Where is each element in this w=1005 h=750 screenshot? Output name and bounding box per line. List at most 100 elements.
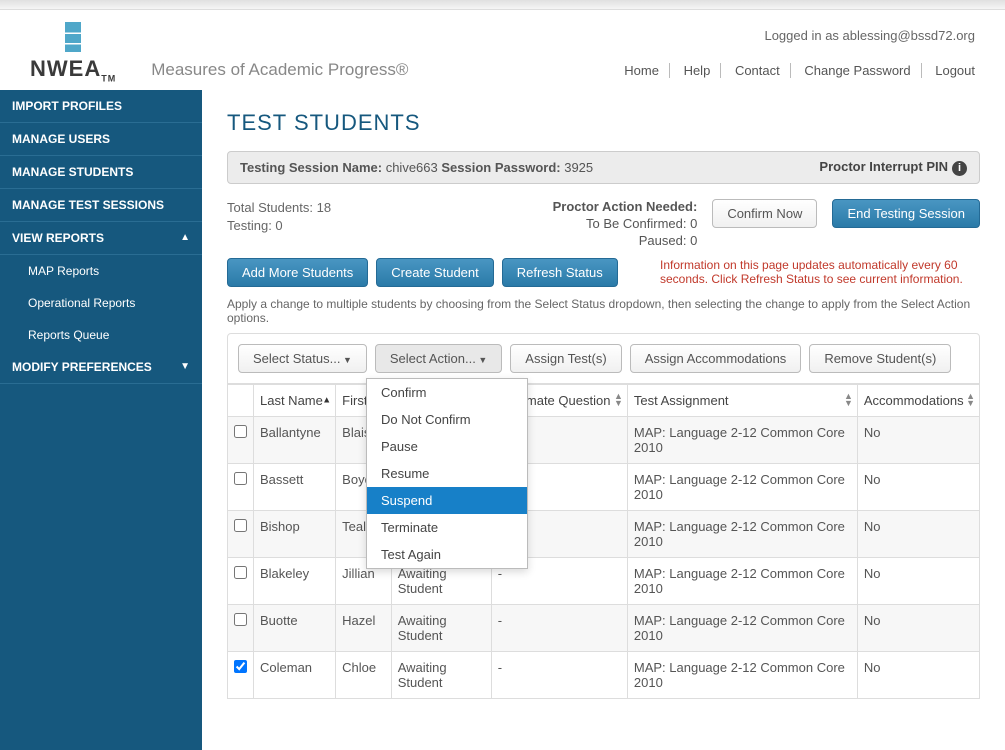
sort-asc-icon: ▲ — [322, 397, 331, 404]
totals: Total Students: 18 Testing: 0 — [227, 199, 331, 235]
cell-accommodations: No — [857, 604, 979, 651]
main-content: TEST STUDENTS Testing Session Name: chiv… — [202, 90, 1005, 750]
username: ablessing@bssd72.org — [843, 28, 975, 43]
row-checkbox[interactable] — [234, 566, 247, 579]
table-row: BlakeleyJillianAwaiting Student-MAP: Lan… — [228, 557, 980, 604]
cell-last-name: Blakeley — [254, 557, 336, 604]
sidebar-manage-students[interactable]: MANAGE STUDENTS — [0, 156, 202, 189]
sidebar-modify-preferences[interactable]: MODIFY PREFERENCES▼ — [0, 351, 202, 384]
sidebar-manage-users[interactable]: MANAGE USERS — [0, 123, 202, 156]
cell-first-name: Hazel — [336, 604, 392, 651]
cell-last-name: Bishop — [254, 510, 336, 557]
remove-students-button[interactable]: Remove Student(s) — [809, 344, 951, 373]
link-home[interactable]: Home — [614, 63, 670, 78]
sidebar-manage-test-sessions[interactable]: MANAGE TEST SESSIONS — [0, 189, 202, 222]
sidebar-import-profiles[interactable]: IMPORT PROFILES — [0, 90, 202, 123]
session-password: 3925 — [564, 160, 593, 175]
cell-approx-question: - — [491, 651, 627, 698]
link-logout[interactable]: Logout — [925, 63, 975, 78]
table-row: BallantyneBlaiseMAP: Language 2-12 Commo… — [228, 416, 980, 463]
page-title: TEST STUDENTS — [227, 110, 980, 136]
cell-test-assignment: MAP: Language 2-12 Common Core 2010 — [627, 604, 857, 651]
select-action-menu: Confirm Do Not Confirm Pause Resume Susp… — [366, 378, 528, 569]
link-contact[interactable]: Contact — [725, 63, 791, 78]
assign-accommodations-button[interactable]: Assign Accommodations — [630, 344, 802, 373]
row-checkbox[interactable] — [234, 425, 247, 438]
cell-last-name: Ballantyne — [254, 416, 336, 463]
session-info-bar: Testing Session Name: chive663 Session P… — [227, 151, 980, 184]
table-row: ColemanChloeAwaiting Student-MAP: Langua… — [228, 651, 980, 698]
sub-brand: Measures of Academic Progress® — [151, 60, 408, 85]
students-table: Last Name▲ First N proximate Question▲▼ … — [227, 384, 980, 699]
logo-text: NWEATM — [30, 56, 116, 83]
sort-icon: ▲▼ — [966, 393, 975, 407]
proctor-action-needed: Proctor Action Needed: To Be Confirmed: … — [553, 199, 698, 250]
end-testing-session-button[interactable]: End Testing Session — [832, 199, 980, 228]
row-checkbox[interactable] — [234, 519, 247, 532]
sort-icon: ▲▼ — [844, 393, 853, 407]
col-checkbox — [228, 384, 254, 416]
info-icon[interactable]: i — [952, 161, 967, 176]
bulk-action-toolbar: Select Status... Select Action... Assign… — [227, 333, 980, 384]
auto-refresh-note: Information on this page updates automat… — [660, 258, 980, 286]
cell-accommodations: No — [857, 463, 979, 510]
col-test-assignment[interactable]: Test Assignment▲▼ — [627, 384, 857, 416]
cell-last-name: Coleman — [254, 651, 336, 698]
window-top-bar — [0, 0, 1005, 10]
menu-confirm[interactable]: Confirm — [367, 379, 527, 406]
row-checkbox[interactable] — [234, 472, 247, 485]
row-checkbox[interactable] — [234, 613, 247, 626]
add-more-students-button[interactable]: Add More Students — [227, 258, 368, 287]
assign-tests-button[interactable]: Assign Test(s) — [510, 344, 621, 373]
cell-test-assignment: MAP: Language 2-12 Common Core 2010 — [627, 557, 857, 604]
sidebar: IMPORT PROFILES MANAGE USERS MANAGE STUD… — [0, 90, 202, 750]
table-row: BuotteHazelAwaiting Student-MAP: Languag… — [228, 604, 980, 651]
cell-accommodations: No — [857, 416, 979, 463]
sidebar-operational-reports[interactable]: Operational Reports — [0, 287, 202, 319]
menu-pause[interactable]: Pause — [367, 433, 527, 460]
menu-suspend[interactable]: Suspend — [367, 487, 527, 514]
apply-change-note: Apply a change to multiple students by c… — [227, 297, 980, 325]
proctor-pin-label[interactable]: Proctor Interrupt PINi — [819, 159, 967, 176]
cell-test-assignment: MAP: Language 2-12 Common Core 2010 — [627, 416, 857, 463]
logo[interactable]: NWEATM — [30, 22, 116, 83]
cell-status: Awaiting Student — [391, 651, 491, 698]
session-name: chive663 — [386, 160, 438, 175]
sidebar-view-reports[interactable]: VIEW REPORTS▲ — [0, 222, 202, 255]
sidebar-reports-queue[interactable]: Reports Queue — [0, 319, 202, 351]
col-accommodations[interactable]: Accommodations▲▼ — [857, 384, 979, 416]
select-status-dropdown[interactable]: Select Status... — [238, 344, 367, 373]
cell-test-assignment: MAP: Language 2-12 Common Core 2010 — [627, 510, 857, 557]
create-student-button[interactable]: Create Student — [376, 258, 493, 287]
logo-mark-icon — [65, 22, 81, 52]
header: NWEATM Measures of Academic Progress® Lo… — [0, 10, 1005, 90]
cell-approx-question: - — [491, 604, 627, 651]
menu-test-again[interactable]: Test Again — [367, 541, 527, 568]
table-row: BassettBoyceMAP: Language 2-12 Common Co… — [228, 463, 980, 510]
cell-accommodations: No — [857, 510, 979, 557]
col-last-name[interactable]: Last Name▲ — [254, 384, 336, 416]
logged-in-text: Logged in as ablessing@bssd72.org — [614, 28, 975, 43]
cell-last-name: Bassett — [254, 463, 336, 510]
menu-do-not-confirm[interactable]: Do Not Confirm — [367, 406, 527, 433]
sidebar-map-reports[interactable]: MAP Reports — [0, 255, 202, 287]
cell-accommodations: No — [857, 651, 979, 698]
menu-terminate[interactable]: Terminate — [367, 514, 527, 541]
cell-test-assignment: MAP: Language 2-12 Common Core 2010 — [627, 463, 857, 510]
menu-resume[interactable]: Resume — [367, 460, 527, 487]
link-help[interactable]: Help — [674, 63, 722, 78]
top-links: Home Help Contact Change Password Logout — [614, 63, 975, 78]
link-change-password[interactable]: Change Password — [794, 63, 921, 78]
cell-first-name: Chloe — [336, 651, 392, 698]
confirm-now-button[interactable]: Confirm Now — [712, 199, 817, 228]
chevron-up-icon: ▲ — [180, 232, 190, 243]
refresh-status-button[interactable]: Refresh Status — [502, 258, 618, 287]
row-checkbox[interactable] — [234, 660, 247, 673]
sort-icon: ▲▼ — [614, 393, 623, 407]
select-action-dropdown[interactable]: Select Action... — [375, 344, 502, 373]
cell-accommodations: No — [857, 557, 979, 604]
cell-last-name: Buotte — [254, 604, 336, 651]
table-row: BishopTealStudentMAP: Language 2-12 Comm… — [228, 510, 980, 557]
cell-status: Awaiting Student — [391, 604, 491, 651]
cell-test-assignment: MAP: Language 2-12 Common Core 2010 — [627, 651, 857, 698]
